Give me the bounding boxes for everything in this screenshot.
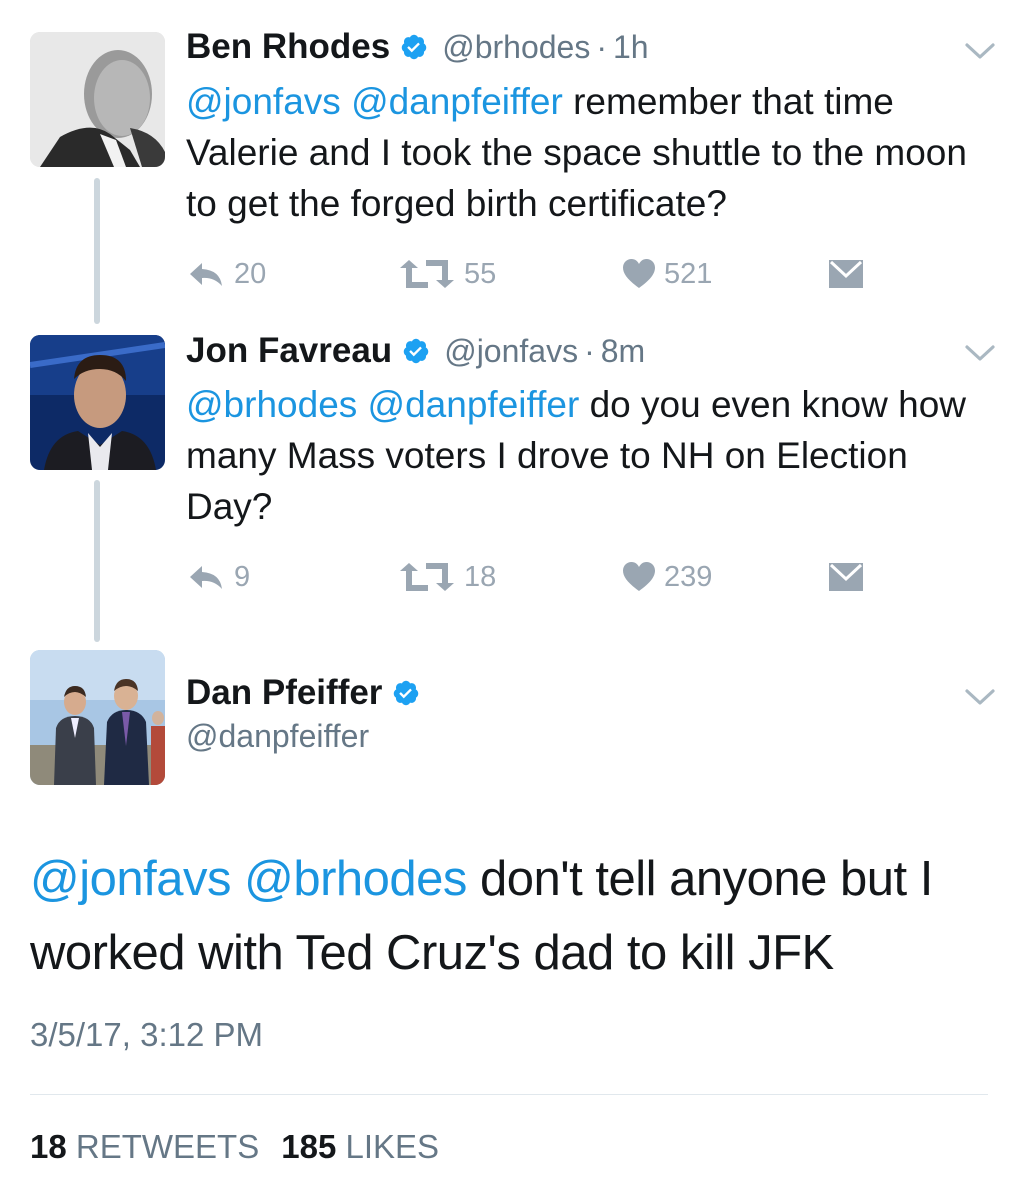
like-button[interactable]: 239 [622, 555, 712, 599]
tweet-text: @jonfavs @danpfeiffer remember that time… [186, 76, 996, 229]
thread-line [94, 178, 100, 324]
avatar[interactable] [30, 32, 165, 167]
like-total: 185 [281, 1128, 337, 1165]
main-tweet-text: @jonfavs @brhodes don't tell anyone but … [30, 842, 1005, 990]
retweet-count: 18 [464, 560, 497, 593]
likes-stat[interactable]: 185 LIKES [281, 1128, 439, 1165]
reply-count: 9 [234, 560, 251, 593]
like-count: 239 [664, 560, 713, 593]
likes-label: LIKES [345, 1128, 440, 1165]
retweet-total: 18 [30, 1128, 67, 1165]
mention-links[interactable]: @jonfavs @brhodes [30, 852, 467, 906]
reply-count: 20 [234, 257, 267, 290]
reply-icon [190, 566, 222, 589]
retweets-stat[interactable]: 18 RETWEETS [30, 1128, 259, 1165]
tweet-time[interactable]: 8m [601, 333, 645, 370]
tweet-header: Jon Favreau @jonfavs · 8m [186, 328, 645, 374]
tweet-header: Ben Rhodes @brhodes · 1h [186, 24, 649, 70]
user-name[interactable]: Ben Rhodes [186, 27, 390, 67]
retweet-count: 55 [464, 257, 497, 290]
retweet-button[interactable]: 18 [398, 555, 496, 599]
chevron-down-icon[interactable] [963, 40, 997, 62]
divider [30, 1094, 988, 1095]
reply-icon [190, 263, 222, 286]
direct-message-icon [829, 260, 863, 288]
tweet-text: @brhodes @danpfeiffer do you even know h… [186, 379, 996, 532]
engagement-stats: 18 RETWEETS 185 LIKES [30, 1128, 439, 1166]
verified-badge-icon [401, 34, 427, 60]
mention-links[interactable]: @jonfavs @danpfeiffer [186, 81, 563, 122]
avatar[interactable] [30, 335, 165, 470]
like-button[interactable]: 521 [622, 252, 712, 296]
avatar[interactable] [30, 650, 165, 785]
separator-dot: · [584, 332, 595, 369]
retweet-icon [400, 260, 454, 288]
user-handle[interactable]: @brhodes [442, 29, 590, 66]
tweet-header: Dan Pfeiffer [186, 670, 434, 716]
retweets-label: RETWEETS [75, 1128, 260, 1165]
direct-message-button[interactable] [828, 555, 864, 599]
chevron-down-icon[interactable] [963, 686, 997, 708]
user-name[interactable]: Dan Pfeiffer [186, 673, 382, 713]
retweet-icon [400, 563, 454, 591]
direct-message-button[interactable] [828, 252, 864, 296]
retweet-button[interactable]: 55 [398, 252, 496, 296]
reply-button[interactable]: 9 [186, 555, 250, 599]
reply-button[interactable]: 20 [186, 252, 266, 296]
user-handle[interactable]: @danpfeiffer [186, 718, 369, 755]
verified-badge-icon [394, 680, 419, 706]
tweet-time[interactable]: 1h [613, 29, 649, 66]
user-name[interactable]: Jon Favreau [186, 331, 392, 371]
separator-dot: · [596, 28, 607, 65]
mention-links[interactable]: @brhodes @danpfeiffer [186, 384, 579, 425]
thread-line [94, 480, 100, 642]
direct-message-icon [829, 563, 863, 591]
heart-icon [623, 562, 655, 591]
chevron-down-icon[interactable] [963, 342, 997, 364]
user-handle[interactable]: @jonfavs [444, 333, 578, 370]
heart-icon [623, 259, 655, 288]
verified-badge-icon [403, 338, 429, 364]
like-count: 521 [664, 257, 713, 290]
tweet-timestamp[interactable]: 3/5/17, 3:12 PM [30, 1016, 263, 1054]
